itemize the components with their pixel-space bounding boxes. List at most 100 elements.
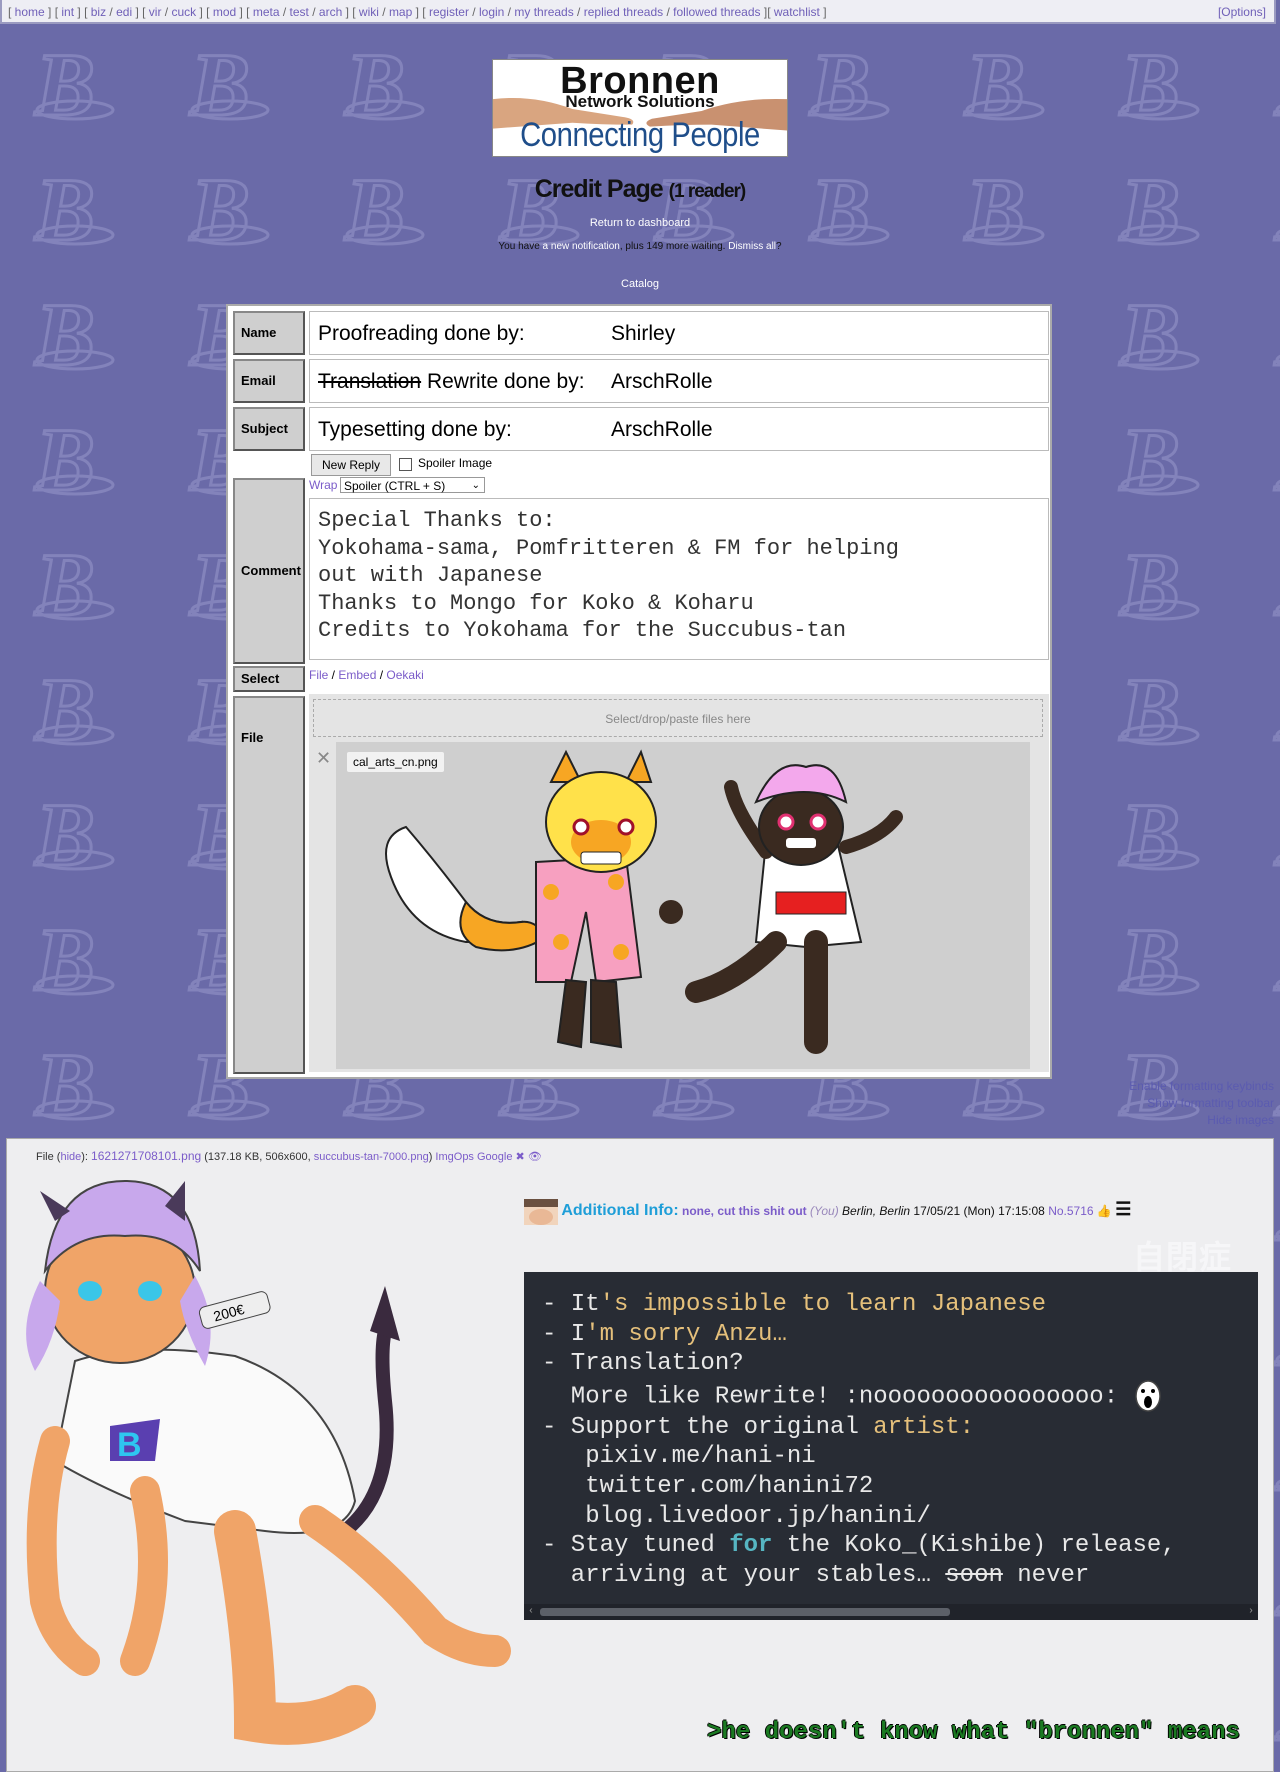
subject-field[interactable]: Typesetting done by: ArschRolle bbox=[309, 407, 1049, 451]
email-field-struck: Translation bbox=[318, 370, 422, 393]
code-line-3: - Translation? bbox=[542, 1350, 744, 1378]
show-toolbar-link[interactable]: Show formatting toolbar bbox=[1129, 1095, 1274, 1112]
code-line-1: - It's impossible to learn Japanese bbox=[542, 1291, 1047, 1318]
nav-link-wiki[interactable]: wiki bbox=[359, 5, 379, 19]
file-dropzone[interactable]: Select/drop/paste files here bbox=[313, 699, 1043, 737]
screaming-face-emoji bbox=[1134, 1380, 1161, 1412]
code-line-7: twitter.com/hanini72 bbox=[542, 1472, 874, 1500]
return-to-dashboard-link[interactable]: Return to dashboard bbox=[590, 217, 690, 229]
email-label: Email bbox=[233, 359, 305, 403]
comment-label: Comment bbox=[233, 478, 305, 664]
dismiss-all-link[interactable]: Dismiss all bbox=[728, 241, 776, 252]
subject-field-text: Typesetting done by: bbox=[318, 418, 512, 441]
post-header: Additional Info: none, cut this shit out… bbox=[524, 1199, 1131, 1225]
you-tag: (You) bbox=[810, 1204, 839, 1219]
spoiler-checkbox[interactable] bbox=[399, 458, 412, 471]
page-title: Credit Page (1 reader) bbox=[0, 175, 1280, 204]
code-line-2: - I'm sorry Anzu… bbox=[542, 1320, 787, 1348]
code-line-6: pixiv.me/hani-ni bbox=[542, 1443, 816, 1471]
nav-link-my-threads[interactable]: my threads bbox=[514, 5, 573, 19]
nav-link-vir[interactable]: vir bbox=[149, 5, 162, 19]
wrap-select[interactable]: Spoiler (CTRL + S) ⌄ bbox=[340, 477, 485, 493]
nav-link-login[interactable]: login bbox=[479, 5, 504, 19]
nav-link-int[interactable]: int bbox=[61, 5, 74, 19]
nav-link-watchlist[interactable]: watchlist bbox=[774, 5, 820, 19]
post-location: Berlin, Berlin bbox=[842, 1204, 911, 1219]
code-block: - It's impossible to learn Japanese - I'm… bbox=[524, 1272, 1258, 1620]
code-line-10: arriving at your stables… soon never bbox=[542, 1561, 1090, 1589]
email-field-text: Rewrite done by: bbox=[421, 370, 585, 393]
menu-icon[interactable]: ☰ bbox=[1115, 1199, 1131, 1219]
notif-prefix: You have bbox=[498, 241, 540, 252]
nav-link-map[interactable]: map bbox=[389, 5, 412, 19]
name-label: Name bbox=[233, 311, 305, 355]
attached-image-preview: cal_arts_cn.png bbox=[336, 742, 1030, 1069]
email-field-value: ArschRolle bbox=[611, 370, 713, 393]
code-line-4: More like Rewrite! :noooooooooooooooo: bbox=[542, 1379, 1258, 1413]
notif-suffix: ? bbox=[776, 241, 782, 252]
formatting-links: Enable formatting keybinds Show formatti… bbox=[1129, 1078, 1274, 1129]
comment-textarea[interactable]: Special Thanks to: Yokohama-sama, Pomfri… bbox=[309, 498, 1049, 660]
thumbs-up-icon[interactable]: 👍 bbox=[1097, 1204, 1112, 1218]
nav-link-home[interactable]: home bbox=[15, 5, 45, 19]
select-links: File / Embed / Oekaki bbox=[309, 668, 424, 682]
email-field[interactable]: Translation Rewrite done by: ArschRolle bbox=[309, 359, 1049, 403]
nav-link-meta[interactable]: meta bbox=[253, 5, 280, 19]
name-field-value: Shirley bbox=[611, 322, 676, 345]
name-field[interactable]: Proofreading done by: Shirley bbox=[309, 311, 1049, 355]
banner-slogan: Connecting People bbox=[520, 116, 760, 154]
nav-link-followed-threads[interactable]: followed threads bbox=[673, 5, 760, 19]
banner-subtitle: Network Solutions bbox=[565, 92, 715, 111]
nav-link-edi[interactable]: edi bbox=[116, 5, 132, 19]
code-scrollbar[interactable]: ‹ › bbox=[524, 1604, 1258, 1620]
nav-link-mod[interactable]: mod bbox=[213, 5, 236, 19]
name-field-text: Proofreading done by: bbox=[318, 322, 525, 345]
post-subject: Additional Info: bbox=[561, 1202, 679, 1220]
nav-link-test[interactable]: test bbox=[290, 5, 309, 19]
catalog-link[interactable]: Catalog bbox=[621, 278, 659, 290]
post-number-link[interactable]: No.5716 bbox=[1048, 1204, 1093, 1218]
greentext-quote: >he doesn't know what "bronnen" means bbox=[707, 1719, 1240, 1746]
oekaki-link[interactable]: Oekaki bbox=[386, 668, 423, 682]
wrap-link[interactable]: Wrap bbox=[309, 478, 337, 492]
post-datetime: 17/05/21 (Mon) 17:15:08 bbox=[913, 1204, 1045, 1219]
post-author: none, cut this shit out bbox=[682, 1204, 807, 1219]
avatar bbox=[524, 1199, 558, 1225]
post-image[interactable]: B 200€ bbox=[15, 1161, 520, 1771]
cartoon-characters-image bbox=[385, 749, 903, 1054]
nav-link-arch[interactable]: arch bbox=[319, 5, 342, 19]
nav-link-register[interactable]: register bbox=[429, 5, 469, 19]
embed-link[interactable]: Embed bbox=[338, 668, 376, 682]
notification-link[interactable]: a new notification bbox=[543, 241, 620, 252]
file-link[interactable]: File bbox=[309, 668, 328, 682]
file-area: Select/drop/paste files here ✕ cal_arts_… bbox=[309, 694, 1049, 1072]
spoiler-label: Spoiler Image bbox=[418, 456, 493, 470]
code-line-8: blog.livedoor.jp/hanini/ bbox=[542, 1502, 931, 1530]
nav-link-biz[interactable]: biz bbox=[91, 5, 106, 19]
file-label: File bbox=[233, 696, 305, 1074]
notification-bar: You have a new notification, plus 149 mo… bbox=[0, 241, 1280, 252]
code-line-9: - Stay tuned for the Koko_(Kishibe) rele… bbox=[542, 1532, 1176, 1560]
select-label: Select bbox=[233, 666, 305, 692]
top-navigation-bar: [ home ] [ int ] [ biz / edi ] [ vir / c… bbox=[0, 0, 1276, 24]
options-link[interactable]: [Options] bbox=[1218, 0, 1266, 24]
wrap-select-value: Spoiler (CTRL + S) bbox=[344, 479, 446, 493]
chevron-down-icon: ⌄ bbox=[471, 480, 480, 491]
nav-link-cuck[interactable]: cuck bbox=[171, 5, 196, 19]
code-line-5: - Support the original artist: bbox=[542, 1413, 975, 1441]
eye-icon[interactable]: 👁 bbox=[528, 1151, 542, 1163]
page-title-text: Credit Page bbox=[534, 175, 664, 203]
svg-text:B: B bbox=[117, 1426, 142, 1464]
post-form: Name Proofreading done by: Shirley Email… bbox=[226, 304, 1052, 1079]
hide-images-link[interactable]: Hide images bbox=[1129, 1112, 1274, 1129]
subject-label: Subject bbox=[233, 407, 305, 451]
new-reply-button[interactable]: New Reply bbox=[311, 454, 391, 476]
attached-file-name: cal_arts_cn.png bbox=[347, 752, 444, 772]
nav-link-replied-threads[interactable]: replied threads bbox=[584, 5, 663, 19]
remove-file-icon[interactable]: ✕ bbox=[316, 748, 331, 769]
subject-field-value: ArschRolle bbox=[611, 418, 713, 441]
enable-keybinds-link[interactable]: Enable formatting keybinds bbox=[1129, 1078, 1274, 1095]
notif-mid: , plus 149 more waiting. bbox=[619, 241, 726, 252]
post: File (hide): 1621271708101.png (137.18 K… bbox=[6, 1138, 1274, 1772]
site-banner[interactable]: Bronnen Network Solutions Connecting Peo… bbox=[492, 59, 788, 157]
